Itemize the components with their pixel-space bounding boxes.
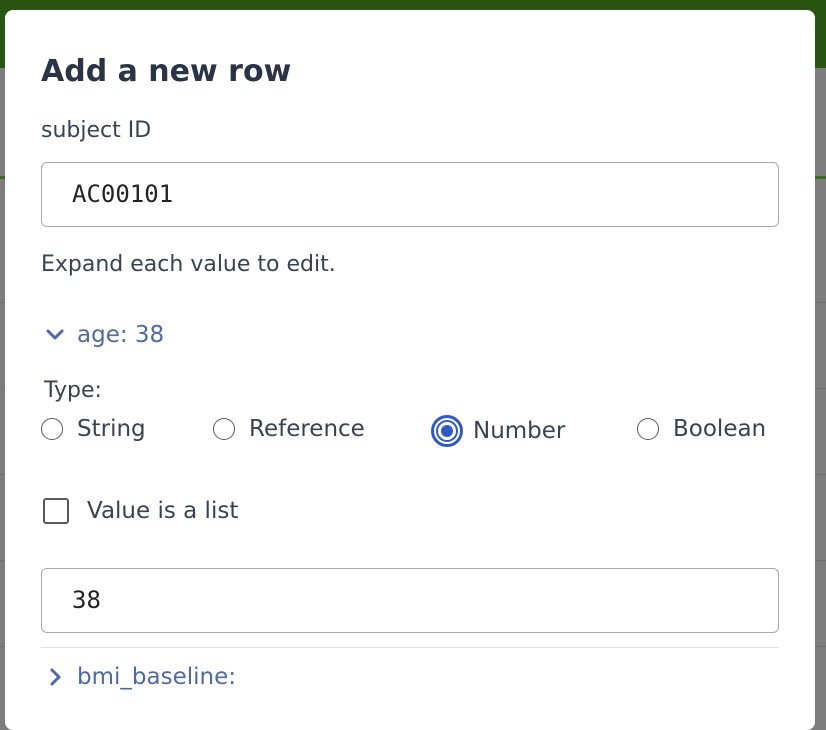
- type-option-label: Reference: [249, 416, 365, 442]
- value-is-list-checkbox[interactable]: Value is a list: [43, 498, 238, 524]
- radio-checked-icon: [431, 415, 463, 447]
- type-label: Type:: [44, 378, 102, 403]
- subject-id-input[interactable]: AC00101: [41, 162, 779, 227]
- field-divider: [41, 647, 779, 648]
- value-is-list-label: Value is a list: [87, 498, 239, 524]
- type-option-label: Boolean: [673, 416, 767, 442]
- helper-text: Expand each value to edit.: [41, 252, 336, 277]
- radio-unchecked-icon: [637, 418, 659, 440]
- radio-unchecked-icon: [41, 418, 63, 440]
- chevron-down-icon: [46, 329, 64, 340]
- add-row-dialog: Add a new row subject ID AC00101 Expand …: [5, 10, 815, 730]
- radio-unchecked-icon: [213, 418, 235, 440]
- value-input[interactable]: 38: [41, 568, 779, 633]
- type-radio-number[interactable]: Number: [431, 415, 565, 447]
- checkbox-unchecked-icon: [43, 498, 69, 524]
- field-label-age: age: 38: [77, 322, 165, 348]
- field-expander-bmi-baseline[interactable]: bmi_baseline:: [41, 663, 236, 691]
- field-label-bmi-baseline: bmi_baseline:: [77, 664, 236, 690]
- field-expander-age[interactable]: age: 38: [41, 321, 164, 349]
- subject-id-label: subject ID: [41, 118, 152, 143]
- type-option-label: String: [77, 416, 146, 442]
- dialog-title: Add a new row: [41, 54, 292, 89]
- type-radio-reference[interactable]: Reference: [213, 416, 365, 442]
- type-radio-boolean[interactable]: Boolean: [637, 416, 766, 442]
- chevron-right-icon: [50, 668, 61, 686]
- type-option-label: Number: [473, 418, 566, 444]
- type-radio-string[interactable]: String: [41, 416, 146, 442]
